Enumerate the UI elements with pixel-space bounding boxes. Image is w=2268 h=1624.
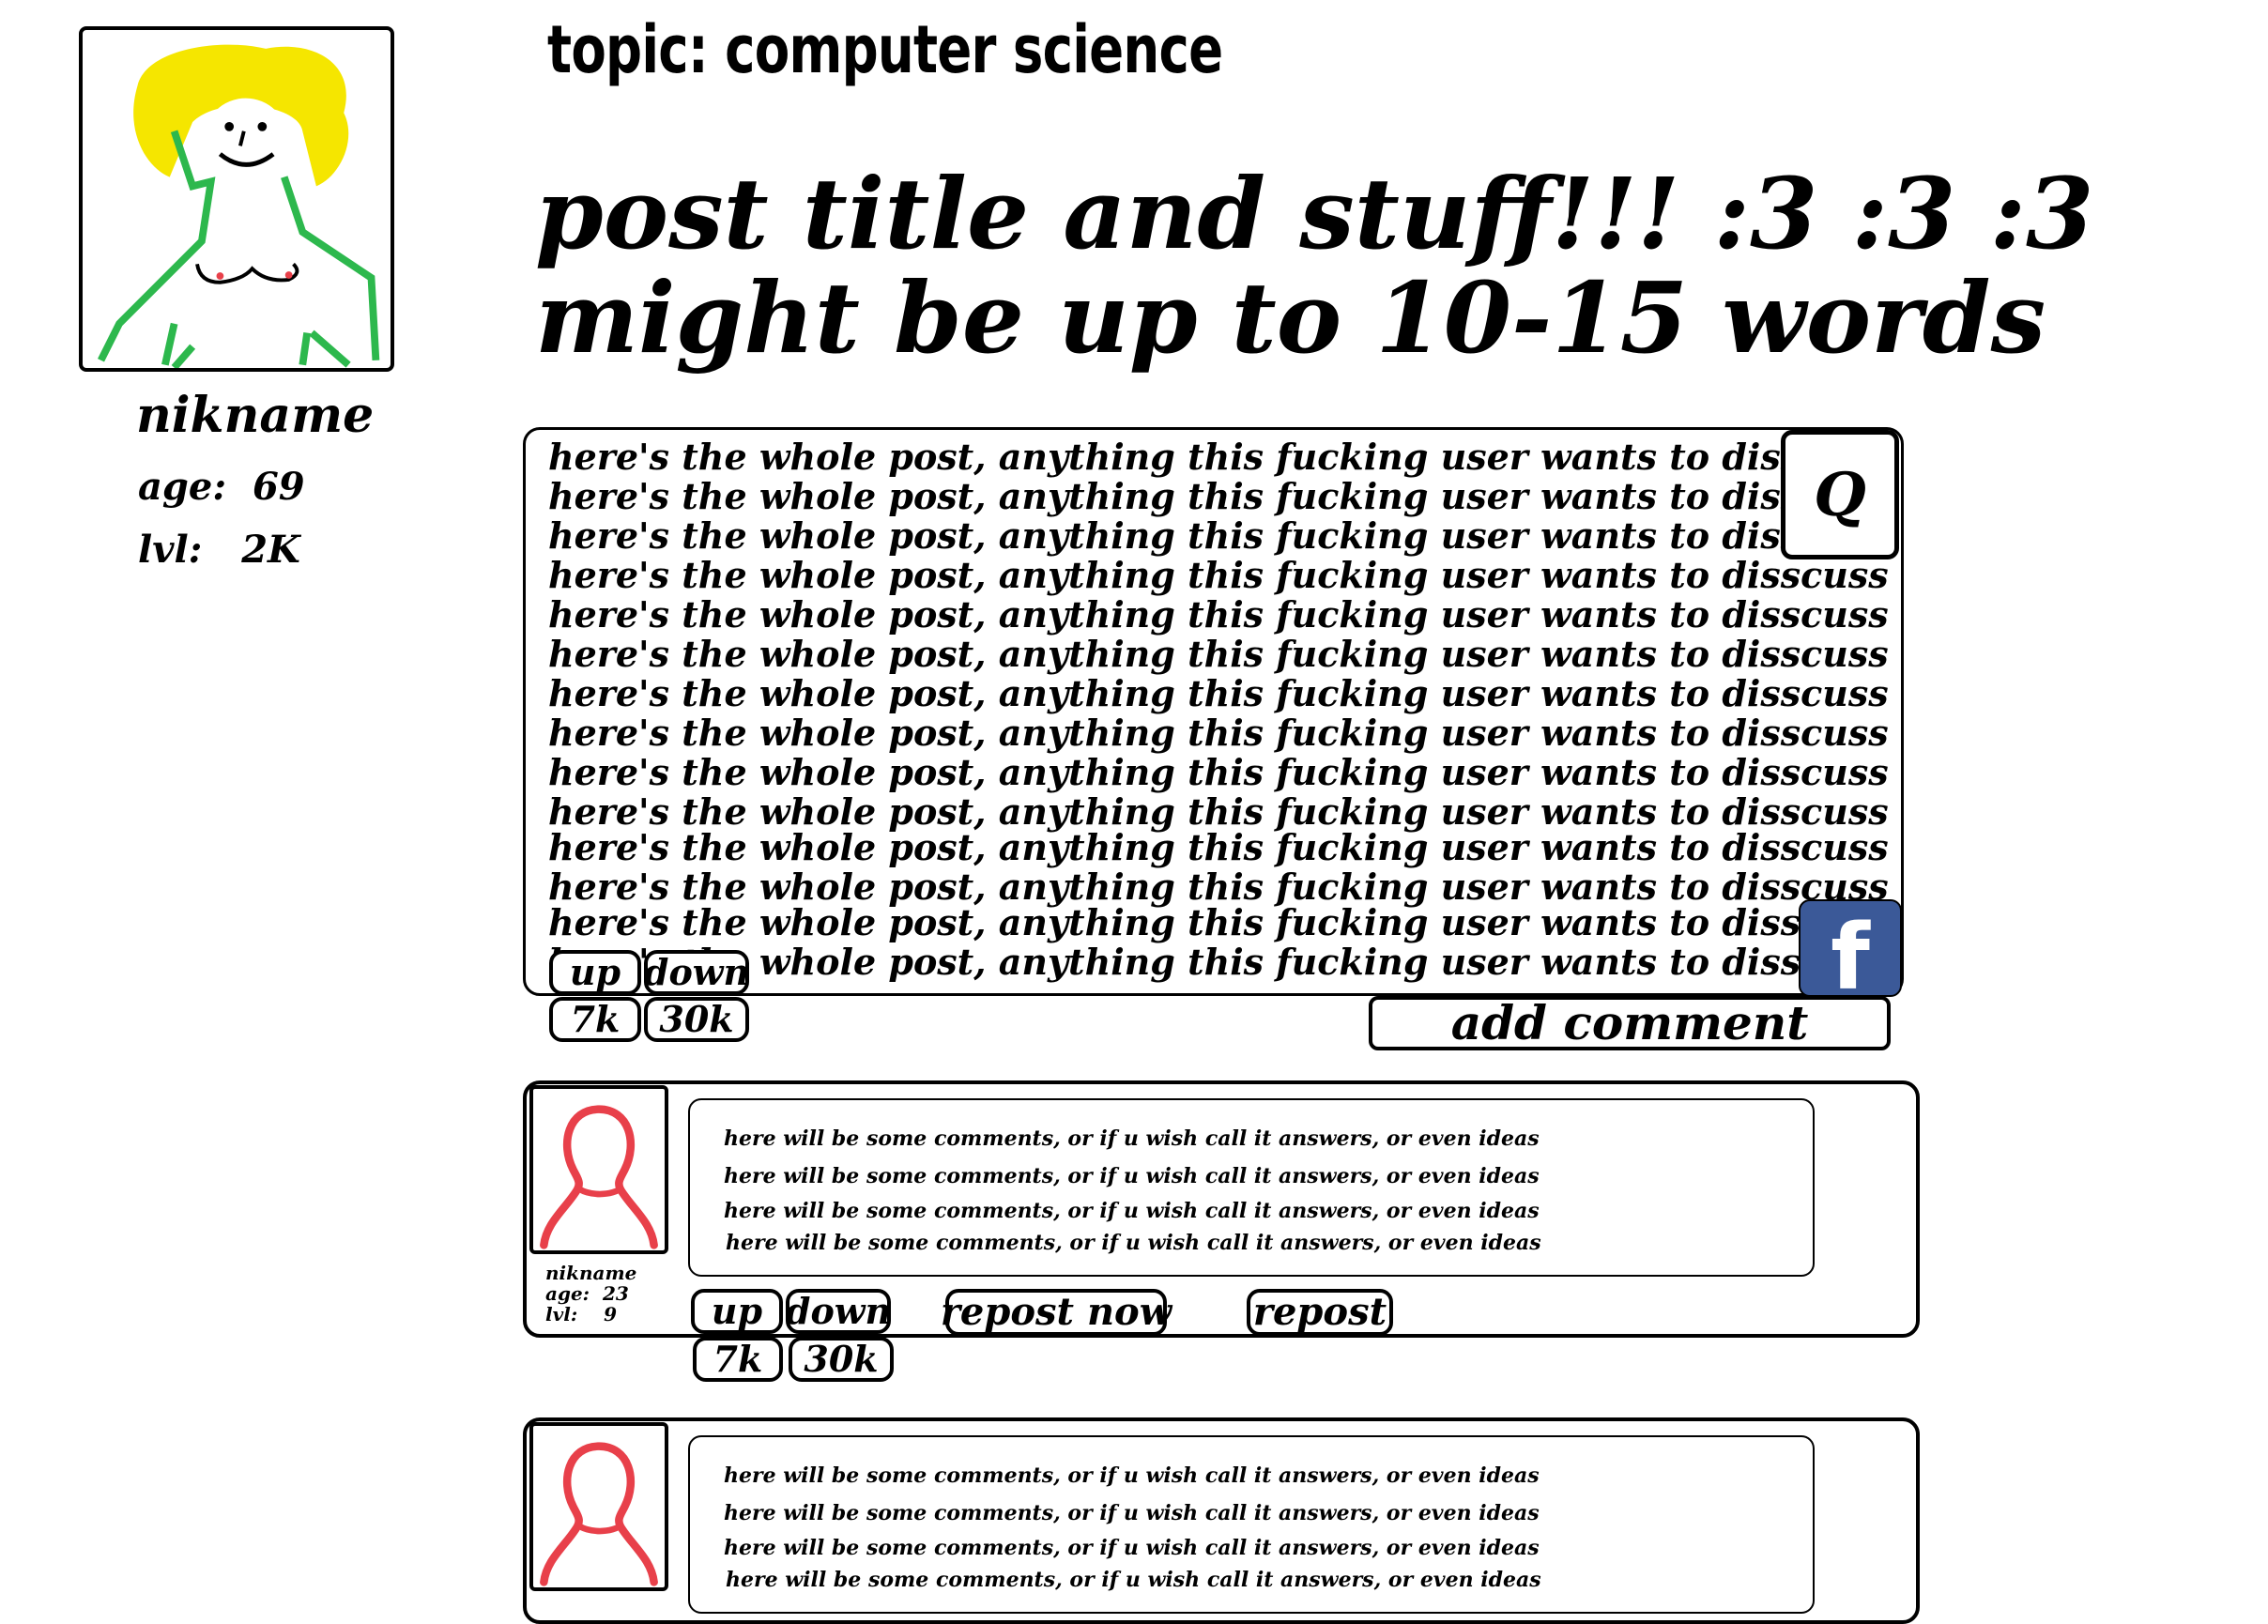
facebook-share-button[interactable]: f xyxy=(1799,899,1902,997)
commenter-age-label: age: xyxy=(545,1282,590,1305)
commenter-age: age: 23 xyxy=(545,1284,629,1303)
post-title-line-2: might be up to 10-15 words xyxy=(535,260,2046,375)
post-body-line: here's the whole post, anything this fuc… xyxy=(548,514,1901,557)
profile-nickname[interactable]: nikname xyxy=(136,387,374,444)
repost-button[interactable]: repost xyxy=(1247,1289,1393,1336)
profile-avatar[interactable] xyxy=(79,26,394,372)
comment-downvote-button[interactable]: down xyxy=(786,1289,891,1334)
post-body-line: here's the whole post, anything this fuc… xyxy=(548,941,1901,983)
comment-downvote-count-value: 30k xyxy=(804,1338,879,1380)
comment-avatar[interactable] xyxy=(529,1085,668,1254)
user-silhouette-icon xyxy=(540,1442,658,1586)
post-downvote-count: 30k xyxy=(644,997,749,1042)
comment-line: here will be some comments, or if u wish… xyxy=(726,1231,1541,1255)
post-body-line: here's the whole post, anything this fuc… xyxy=(548,475,1901,517)
comment-upvote-count-value: 7k xyxy=(713,1338,763,1380)
profile-level-value: 2K xyxy=(241,528,300,572)
comment-line: here will be some comments, or if u wish… xyxy=(724,1536,1540,1560)
repost-label: repost xyxy=(1252,1290,1387,1334)
comment-upvote-label: up xyxy=(711,1290,763,1332)
add-comment-label: add comment xyxy=(1450,995,1809,1050)
post-body-line: here's the whole post, anything this fuc… xyxy=(548,901,1901,943)
commenter-level-value: 9 xyxy=(604,1303,617,1325)
post-downvote-label: down xyxy=(643,951,750,993)
post-body-line: here's the whole post, anything this fuc… xyxy=(548,672,1901,714)
comment-upvote-count: 7k xyxy=(693,1337,783,1382)
post-upvote-button[interactable]: up xyxy=(549,950,641,995)
comment-line: here will be some comments, or if u wish… xyxy=(724,1164,1540,1188)
profile-age-value: 69 xyxy=(252,465,305,509)
post-body-line: here's the whole post, anything this fuc… xyxy=(548,633,1901,675)
comment-upvote-button[interactable]: up xyxy=(691,1289,783,1334)
post-upvote-label: up xyxy=(569,951,621,993)
topic-heading[interactable]: topic: computer science xyxy=(547,11,1223,88)
comment-downvote-label: down xyxy=(785,1290,892,1332)
post-title-line-1: post title and stuff!!! :3 :3 :3 xyxy=(535,156,2094,271)
post-body-line: here's the whole post, anything this fuc… xyxy=(548,436,1901,478)
search-button[interactable]: Q xyxy=(1781,430,1899,559)
post-downvote-count-value: 30k xyxy=(659,998,734,1040)
commenter-level: lvl: 9 xyxy=(545,1305,617,1324)
user-silhouette-icon xyxy=(540,1105,658,1249)
commenter-level-label: lvl: xyxy=(545,1303,578,1325)
search-icon: Q xyxy=(1814,459,1866,530)
post-body-line: here's the whole post, anything this fuc… xyxy=(548,593,1901,636)
post-body-line: here's the whole post, anything this fuc… xyxy=(548,790,1901,833)
commenter-nickname[interactable]: nikname xyxy=(545,1264,636,1282)
comment-line: here will be some comments, or if u wish… xyxy=(726,1568,1541,1592)
add-comment-button[interactable]: add comment xyxy=(1369,996,1891,1050)
post-body-line: here's the whole post, anything this fuc… xyxy=(548,826,1901,868)
comment-text: here will be some comments, or if u wish… xyxy=(688,1098,1815,1277)
post-body: here's the whole post, anything this fuc… xyxy=(523,427,1904,996)
repost-now-button[interactable]: repost now xyxy=(941,1289,1172,1336)
commenter-age-value: 23 xyxy=(603,1282,629,1305)
post-upvote-count: 7k xyxy=(549,997,641,1042)
comment-line: here will be some comments, or if u wish… xyxy=(724,1199,1540,1223)
post-downvote-button[interactable]: down xyxy=(644,950,749,995)
post-body-line: here's the whole post, anything this fuc… xyxy=(548,554,1901,596)
repost-now-label: repost now xyxy=(940,1290,1172,1334)
post-body-line: here's the whole post, anything this fuc… xyxy=(548,866,1901,908)
profile-age-label: age: xyxy=(138,465,227,509)
comment-downvote-count: 30k xyxy=(789,1337,894,1382)
comment-avatar[interactable] xyxy=(529,1422,668,1591)
post-body-line: here's the whole post, anything this fuc… xyxy=(548,712,1901,754)
comment-line: here will be some comments, or if u wish… xyxy=(724,1463,1540,1488)
profile-avatar-drawing xyxy=(98,44,380,368)
post-body-line: here's the whole post, anything this fuc… xyxy=(548,751,1901,793)
profile-age: age: 69 xyxy=(138,465,305,509)
profile-level: lvl: 2K xyxy=(138,528,300,572)
comment-card: here will be some comments, or if u wish… xyxy=(523,1417,1920,1624)
comment-line: here will be some comments, or if u wish… xyxy=(724,1126,1540,1151)
facebook-icon: f xyxy=(1831,905,1870,997)
comment-text: here will be some comments, or if u wish… xyxy=(688,1435,1815,1614)
profile-level-label: lvl: xyxy=(138,528,203,572)
comment-line: here will be some comments, or if u wish… xyxy=(724,1501,1540,1525)
post-upvote-count-value: 7k xyxy=(570,998,621,1040)
